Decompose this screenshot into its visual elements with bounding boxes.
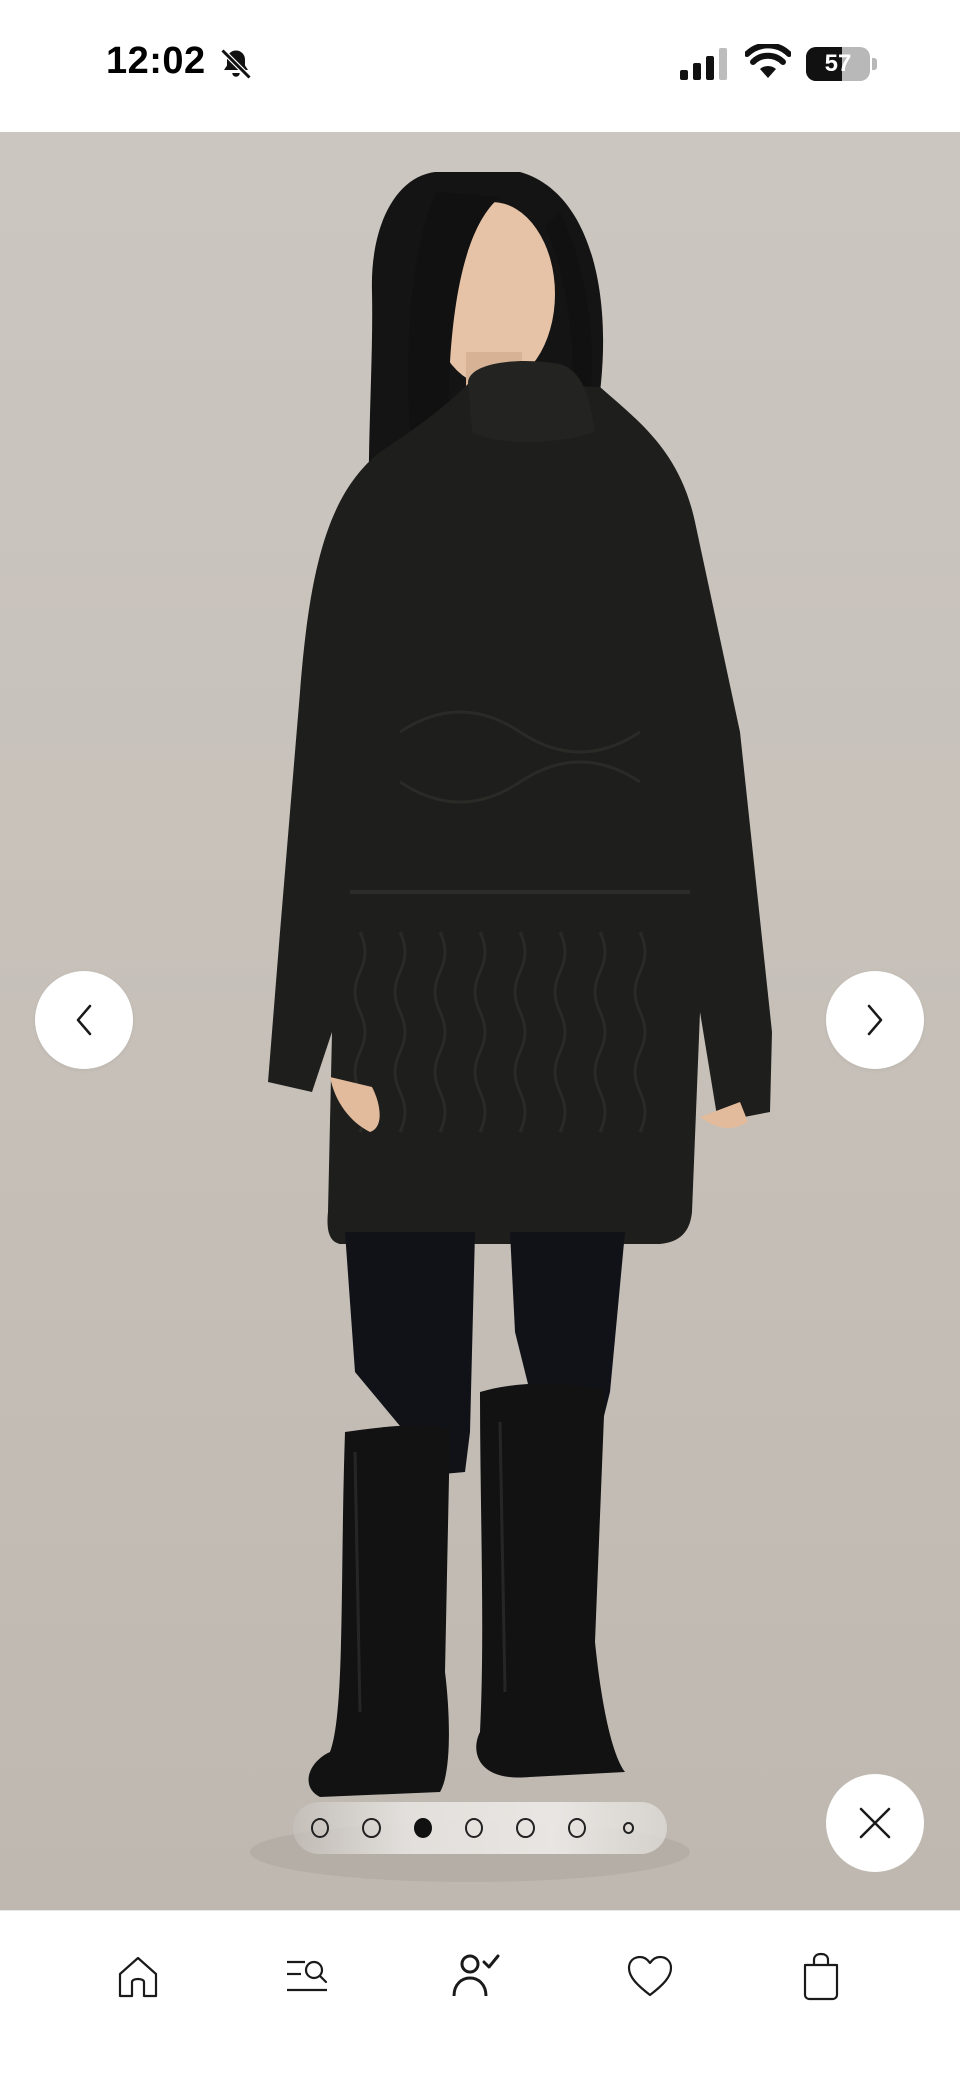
product-photo — [250, 172, 772, 1882]
pager-dot[interactable] — [413, 1818, 432, 1838]
search-list-icon — [287, 1960, 328, 1992]
tab-account[interactable] — [441, 1941, 511, 2011]
image-pager — [293, 1802, 667, 1854]
user-check-icon — [452, 1954, 500, 1997]
tab-search[interactable] — [272, 1941, 342, 2011]
tab-favorites[interactable] — [615, 1941, 685, 2011]
shopping-bag-icon — [803, 1952, 839, 2001]
pager-dot[interactable] — [311, 1818, 330, 1838]
tab-home[interactable] — [103, 1941, 173, 2011]
pager-dot[interactable] — [362, 1818, 381, 1838]
signal-bars-icon — [680, 48, 727, 80]
battery-icon: 57 — [806, 47, 877, 83]
pager-dot[interactable] — [622, 1822, 635, 1834]
close-gallery-button[interactable] — [826, 1774, 924, 1872]
pager-dot[interactable] — [567, 1818, 586, 1838]
home-icon — [118, 1956, 158, 1998]
heart-icon — [627, 1955, 673, 1997]
previous-image-button[interactable] — [35, 971, 133, 1069]
pager-dot[interactable] — [464, 1818, 484, 1838]
tab-bag[interactable] — [786, 1941, 856, 2011]
bell-slash-icon — [220, 48, 252, 80]
chevron-left-icon — [76, 1004, 92, 1036]
pager-dot[interactable] — [516, 1818, 535, 1838]
product-image-gallery[interactable] — [0, 132, 960, 1910]
next-image-button[interactable] — [826, 971, 924, 1069]
close-icon — [859, 1807, 891, 1839]
status-bar: 12:02 57 — [0, 0, 960, 132]
battery-level: 57 — [824, 50, 852, 77]
chevron-right-icon — [867, 1004, 883, 1036]
bottom-navigation — [0, 1910, 960, 2081]
status-time: 12:02 — [106, 40, 206, 82]
wifi-icon — [745, 44, 791, 78]
